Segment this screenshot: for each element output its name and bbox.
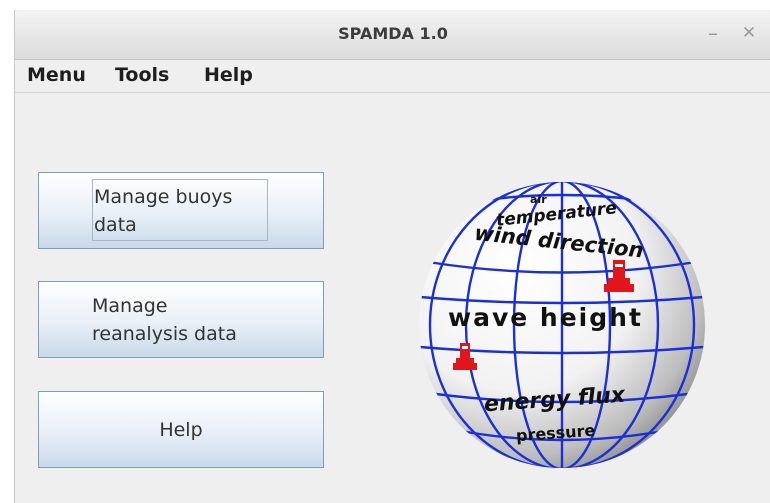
- close-icon[interactable]: ✕: [737, 20, 761, 46]
- help-button-label: Help: [159, 419, 203, 441]
- logo-word-wave-height: wave height: [448, 303, 643, 332]
- spamda-logo-globe: air temperature wind direction wave heig…: [416, 179, 708, 471]
- minimize-icon[interactable]: –: [701, 20, 725, 46]
- menu-bar: Menu Tools Help: [15, 60, 770, 93]
- help-button[interactable]: Help: [38, 391, 324, 468]
- menu-menu[interactable]: Menu: [27, 64, 86, 86]
- manage-buoys-button[interactable]: Manage buoys data: [38, 172, 324, 249]
- title-bar[interactable]: SPAMDA 1.0 – ✕: [15, 10, 770, 60]
- menu-help[interactable]: Help: [204, 64, 253, 86]
- manage-buoys-label: Manage buoys data: [94, 186, 233, 236]
- logo-word-air: air: [530, 193, 547, 206]
- window-title: SPAMDA 1.0: [338, 24, 448, 43]
- globe-svg: air temperature wind direction wave heig…: [419, 182, 705, 468]
- menu-tools[interactable]: Tools: [115, 64, 169, 86]
- manage-reanalysis-button[interactable]: Manage reanalysis data: [38, 281, 324, 358]
- manage-reanalysis-label: Manage reanalysis data: [92, 295, 237, 345]
